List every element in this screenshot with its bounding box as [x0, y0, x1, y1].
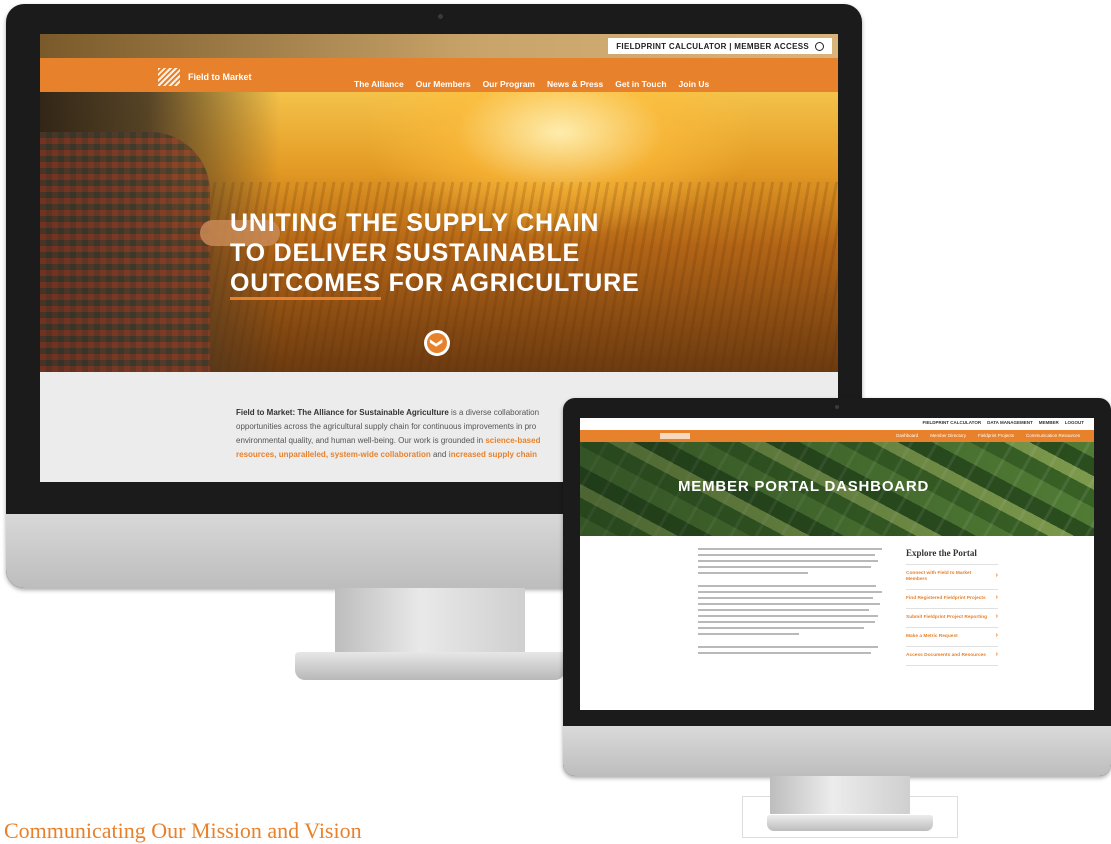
- monitor-stand: [335, 588, 525, 654]
- portal-screen: FIELDPRINT CALCULATOR DATA MANAGEMENT ME…: [580, 418, 1094, 710]
- nav-directory[interactable]: Member Directory: [930, 433, 966, 438]
- webcam: [438, 14, 443, 19]
- chevron-down-icon: ❯: [427, 333, 447, 353]
- sidebar-item-submit[interactable]: Submit Fieldprint Project Reporting ›: [906, 609, 998, 628]
- search-icon[interactable]: [815, 41, 824, 51]
- sidebar-item-connect[interactable]: Connect with Field to Market Members ›: [906, 565, 998, 590]
- util-link-calculator[interactable]: FIELDPRINT CALCULATOR: [922, 420, 981, 425]
- plaid-shirt: [40, 132, 210, 372]
- chevron-right-icon: ›: [995, 651, 998, 658]
- nav-item-contact[interactable]: Get in Touch: [615, 79, 666, 89]
- sidebar-item-documents[interactable]: Access Documents and Resources ›: [906, 647, 998, 666]
- chevron-right-icon: ›: [995, 632, 998, 639]
- aerial-fields-banner: MEMBER PORTAL DASHBOARD: [580, 442, 1094, 536]
- portal-nav: Dashboard Member Directory Fieldprint Pr…: [580, 430, 1094, 442]
- nav-projects[interactable]: Fieldprint Projects: [978, 433, 1014, 438]
- chevron-right-icon: ›: [995, 613, 998, 620]
- chevron-right-icon: ›: [995, 572, 998, 579]
- monitor-base: [295, 652, 565, 680]
- nav-item-program[interactable]: Our Program: [483, 79, 535, 89]
- nav-resources[interactable]: Communication Resources: [1026, 433, 1080, 438]
- sidebar-item-find-projects[interactable]: Find Registered Fieldprint Projects ›: [906, 590, 998, 609]
- portal-content: Explore the Portal Connect with Field to…: [580, 536, 1094, 710]
- sidebar-item-metric[interactable]: Make a Metric Request ›: [906, 628, 998, 647]
- monitor-chin: [563, 726, 1111, 776]
- chevron-right-icon: ›: [995, 594, 998, 601]
- hero-headline: UNITING THE SUPPLY CHAIN TO DELIVER SUST…: [230, 208, 639, 300]
- nav-dashboard[interactable]: Dashboard: [896, 433, 918, 438]
- nav-menu: The Alliance Our Members Our Program New…: [354, 79, 709, 89]
- util-link-member[interactable]: MEMBER: [1039, 420, 1059, 425]
- logo-mark-icon: [158, 68, 180, 86]
- util-link-logout[interactable]: LOGOUT: [1065, 420, 1084, 425]
- logo-text: Field to Market: [188, 72, 252, 82]
- util-link-data[interactable]: DATA MANAGEMENT: [987, 420, 1033, 425]
- webcam: [835, 405, 839, 409]
- page-title: MEMBER PORTAL DASHBOARD: [678, 478, 930, 495]
- explore-sidebar: Explore the Portal Connect with Field to…: [906, 548, 998, 666]
- nav-item-alliance[interactable]: The Alliance: [354, 79, 404, 89]
- nav-item-members[interactable]: Our Members: [416, 79, 471, 89]
- body-text: [698, 548, 882, 658]
- section-caption: Communicating Our Mission and Vision: [4, 818, 362, 843]
- small-monitor-stand: [770, 776, 910, 814]
- scroll-down-button[interactable]: ❯: [424, 330, 450, 356]
- sidebar-title: Explore the Portal: [906, 548, 998, 565]
- small-monitor: FIELDPRINT CALCULATOR DATA MANAGEMENT ME…: [563, 398, 1111, 776]
- nav-item-news[interactable]: News & Press: [547, 79, 603, 89]
- nav-item-join[interactable]: Join Us: [679, 79, 710, 89]
- logo-icon[interactable]: [660, 433, 690, 439]
- utility-bar[interactable]: FIELDPRINT CALCULATOR | MEMBER ACCESS: [608, 38, 832, 54]
- utility-links[interactable]: FIELDPRINT CALCULATOR | MEMBER ACCESS: [616, 42, 809, 51]
- utility-bar: FIELDPRINT CALCULATOR DATA MANAGEMENT ME…: [580, 418, 1094, 430]
- site-logo[interactable]: Field to Market: [158, 68, 252, 86]
